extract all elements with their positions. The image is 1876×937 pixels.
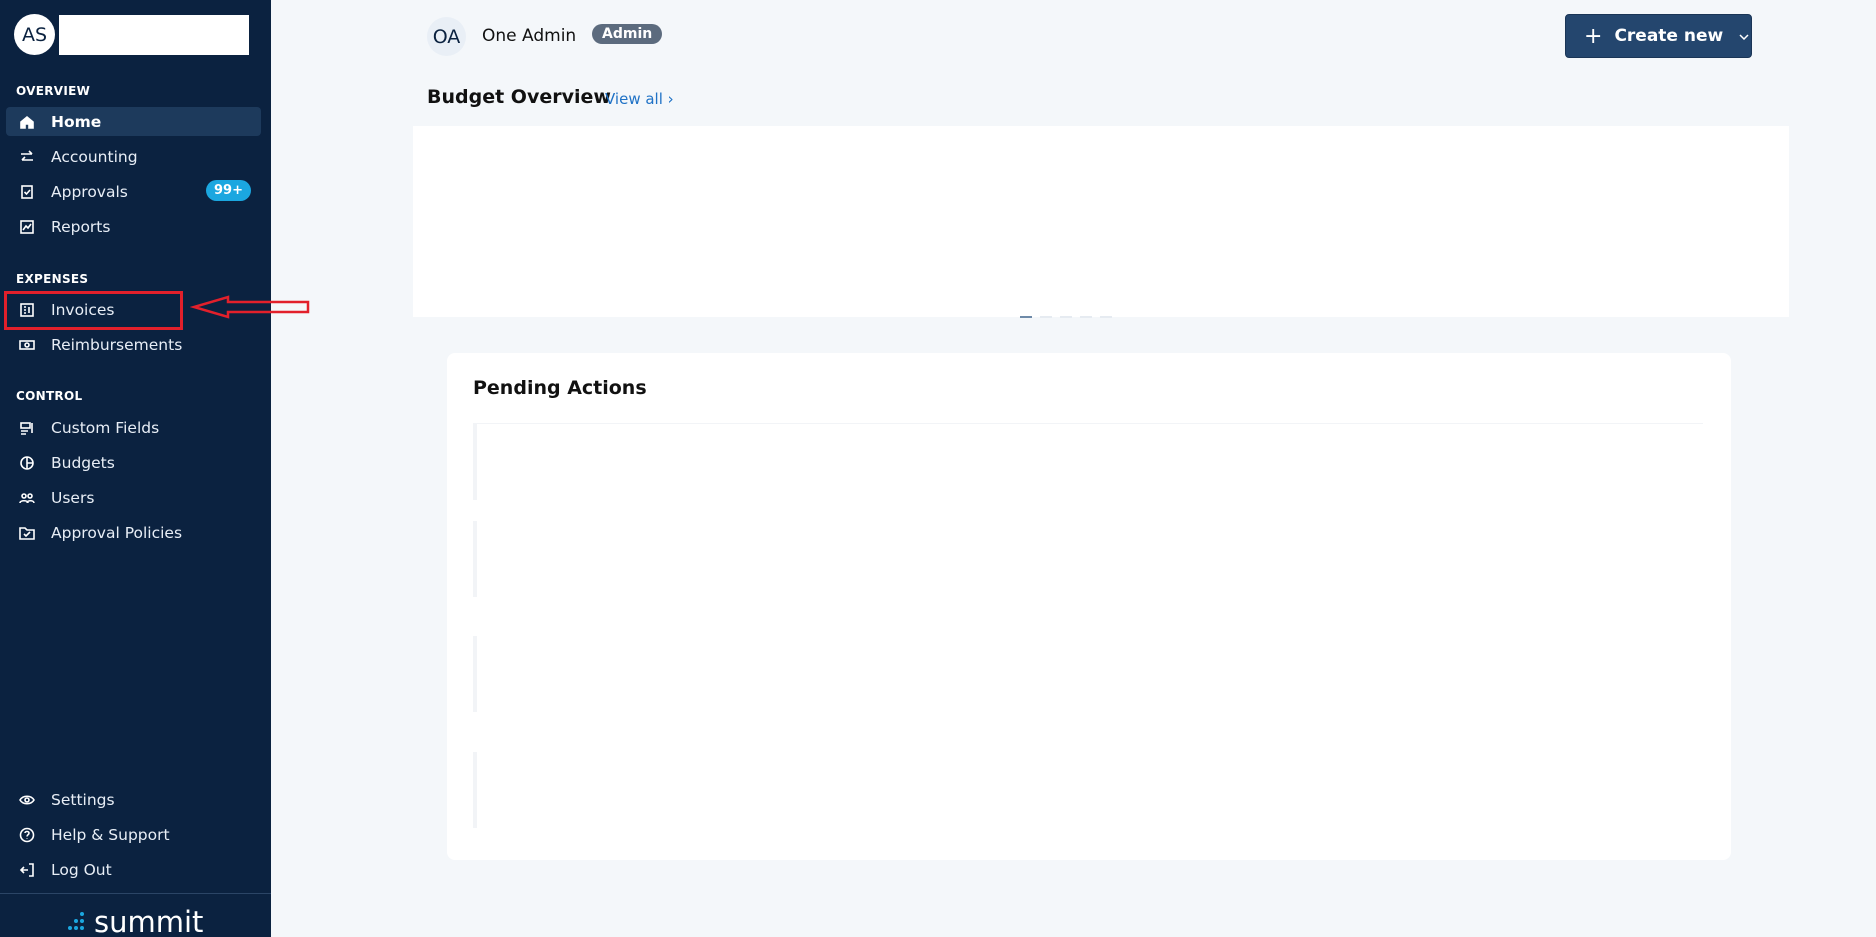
eye-settings-icon — [16, 792, 38, 808]
annotation-highlight-box — [4, 291, 183, 330]
sidebar-item-approvals[interactable]: Approvals 99+ — [6, 177, 261, 206]
sidebar-item-label: Custom Fields — [51, 418, 160, 437]
carousel-indicators[interactable] — [1020, 316, 1112, 318]
sidebar-item-label: Home — [51, 112, 102, 131]
sidebar-item-label: Approvals — [51, 182, 128, 201]
user-avatar[interactable]: OA — [427, 17, 466, 56]
sidebar-item-label: Settings — [51, 790, 115, 809]
sidebar-item-logout[interactable]: Log Out — [6, 855, 261, 884]
cash-icon — [16, 337, 38, 353]
section-control: CONTROL — [16, 389, 83, 403]
sidebar: AS OVERVIEW Home Accounting Approvals 99… — [0, 0, 271, 937]
org-name-box[interactable] — [59, 14, 249, 55]
help-icon — [16, 827, 38, 843]
summit-logo: summit — [62, 905, 203, 937]
logout-icon — [16, 862, 38, 878]
view-all-link[interactable]: View all › — [605, 90, 674, 108]
carousel-dot[interactable] — [1100, 316, 1112, 318]
sidebar-item-label: Reports — [51, 217, 111, 236]
pending-action-row[interactable] — [473, 424, 1703, 500]
carousel-dot[interactable] — [1060, 316, 1072, 318]
sidebar-item-budgets[interactable]: Budgets — [6, 448, 261, 477]
sidebar-item-reports[interactable]: Reports — [6, 212, 261, 241]
chart-icon — [16, 219, 38, 235]
approvals-count-badge: 99+ — [206, 180, 251, 201]
sidebar-item-label: Reimbursements — [51, 335, 183, 354]
sidebar-item-label: Log Out — [51, 860, 112, 879]
carousel-dot[interactable] — [1080, 316, 1092, 318]
folder-check-icon — [16, 525, 38, 541]
home-icon — [16, 114, 38, 130]
budget-overview-panel — [413, 126, 1789, 317]
pending-action-row[interactable] — [473, 521, 1703, 597]
sidebar-item-users[interactable]: Users — [6, 483, 261, 512]
org-avatar[interactable]: AS — [14, 14, 55, 55]
org-header: AS — [14, 14, 249, 55]
plus-icon: + — [1584, 23, 1603, 49]
pie-chart-icon — [16, 455, 38, 471]
user-name: One Admin — [482, 26, 577, 46]
pending-action-row[interactable] — [473, 752, 1703, 828]
chevron-down-icon — [1739, 29, 1749, 43]
pending-actions-title: Pending Actions — [473, 377, 647, 399]
summit-logo-text: summit — [94, 905, 204, 937]
sidebar-item-approval-policies[interactable]: Approval Policies — [6, 518, 261, 547]
sidebar-item-label: Accounting — [51, 147, 138, 166]
pending-action-row[interactable] — [473, 636, 1703, 712]
sidebar-item-label: Approval Policies — [51, 523, 183, 542]
budget-overview-title: Budget Overview — [427, 86, 611, 108]
sidebar-item-label: Help & Support — [51, 825, 170, 844]
clipboard-check-icon — [16, 184, 38, 200]
section-expenses: EXPENSES — [16, 272, 89, 286]
role-badge: Admin — [592, 24, 663, 44]
carousel-dot[interactable] — [1040, 316, 1052, 318]
sidebar-item-custom-fields[interactable]: Custom Fields — [6, 413, 261, 442]
sidebar-item-label: Budgets — [51, 453, 115, 472]
carousel-dot[interactable] — [1020, 316, 1032, 318]
create-new-label: Create new — [1614, 26, 1724, 46]
sidebar-item-home[interactable]: Home — [6, 107, 261, 136]
transfer-icon — [16, 149, 38, 165]
section-overview: OVERVIEW — [16, 84, 91, 98]
create-new-button[interactable]: + Create new — [1565, 14, 1752, 58]
sidebar-item-settings[interactable]: Settings — [6, 785, 261, 814]
sidebar-item-help[interactable]: Help & Support — [6, 820, 261, 849]
custom-fields-icon — [16, 420, 38, 436]
sidebar-item-reimbursements[interactable]: Reimbursements — [6, 330, 261, 359]
sidebar-item-label: Users — [51, 488, 95, 507]
pending-actions-card: Pending Actions — [447, 353, 1731, 860]
annotation-arrow-icon — [190, 295, 310, 319]
users-icon — [16, 490, 38, 506]
summit-logo-icon — [62, 910, 88, 934]
sidebar-item-accounting[interactable]: Accounting — [6, 142, 261, 171]
sidebar-divider — [0, 893, 271, 894]
